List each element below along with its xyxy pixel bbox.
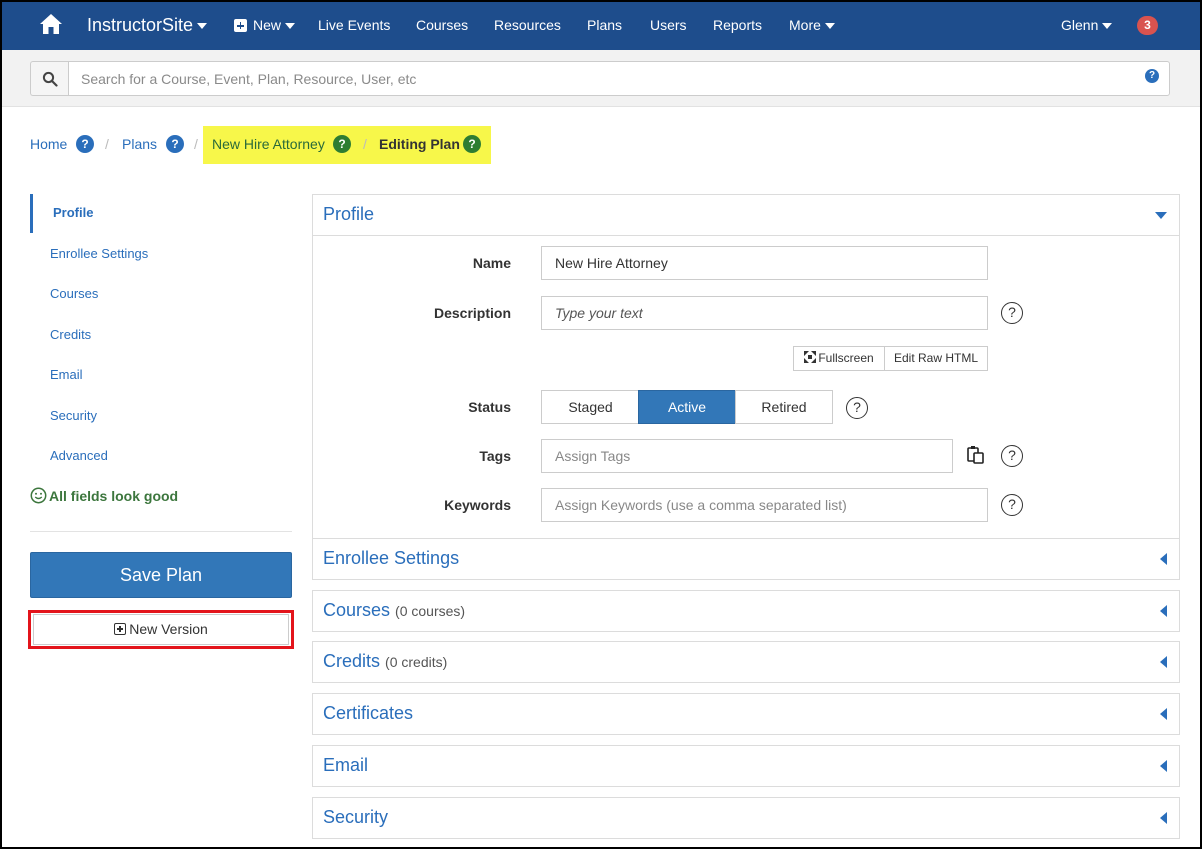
- caret-down-icon: [197, 23, 208, 30]
- status-label: Status: [468, 399, 511, 415]
- validation-status: All fields look good: [30, 487, 178, 504]
- help-icon[interactable]: ?: [333, 135, 351, 153]
- search-button[interactable]: [30, 61, 69, 96]
- panel-enrollee-settings[interactable]: Enrollee Settings: [312, 538, 1180, 580]
- sidebar-active-indicator: [30, 194, 33, 233]
- fullscreen-label: Fullscreen: [818, 351, 874, 365]
- search-bar: [0, 50, 1202, 107]
- sidebar-divider: [30, 531, 292, 532]
- notification-badge[interactable]: 3: [1137, 16, 1158, 35]
- chevron-left-icon: [1160, 656, 1167, 668]
- search-input[interactable]: [68, 61, 1170, 96]
- sidebar-item-security[interactable]: Security: [50, 408, 97, 423]
- name-field[interactable]: [541, 246, 988, 280]
- panel-certificates[interactable]: Certificates: [312, 693, 1180, 735]
- breadcrumb-plan-name[interactable]: New Hire Attorney: [212, 136, 325, 152]
- chevron-left-icon: [1160, 760, 1167, 772]
- sidebar-item-advanced[interactable]: Advanced: [50, 448, 108, 463]
- nav-live-events[interactable]: Live Events: [318, 0, 390, 50]
- nav-users[interactable]: Users: [650, 0, 687, 50]
- panel-security[interactable]: Security: [312, 797, 1180, 839]
- help-icon[interactable]: ?: [1001, 302, 1023, 324]
- chevron-left-icon: [1160, 605, 1167, 617]
- sidebar-item-courses[interactable]: Courses: [50, 286, 98, 301]
- chevron-left-icon: [1160, 708, 1167, 720]
- help-icon[interactable]: ?: [76, 135, 94, 153]
- save-plan-button[interactable]: Save Plan: [30, 552, 292, 598]
- chevron-down-icon: [1155, 212, 1167, 219]
- panel-profile[interactable]: Profile: [312, 194, 1180, 236]
- sidebar-item-credits[interactable]: Credits: [50, 327, 91, 342]
- user-menu[interactable]: Glenn: [1061, 0, 1113, 50]
- chevron-left-icon: [1160, 812, 1167, 824]
- plus-square-icon: [234, 19, 247, 32]
- user-name: Glenn: [1061, 17, 1099, 33]
- panel-email[interactable]: Email: [312, 745, 1180, 787]
- nav-resources[interactable]: Resources: [494, 0, 561, 50]
- breadcrumb-separator: /: [194, 136, 198, 152]
- panel-title: Profile: [323, 204, 375, 224]
- smile-icon: [30, 487, 47, 504]
- expand-icon: [804, 351, 817, 363]
- panel-title: Certificates: [323, 703, 414, 723]
- panel-title: Enrollee Settings: [323, 548, 460, 568]
- top-navbar: InstructorSite New Live Events Courses R…: [0, 0, 1202, 50]
- help-icon[interactable]: ?: [166, 135, 184, 153]
- more-menu-label: More: [789, 17, 821, 33]
- panel-title: Courses (0 courses): [323, 600, 466, 620]
- panel-credits[interactable]: Credits (0 credits): [312, 641, 1180, 683]
- clipboard-icon[interactable]: [966, 445, 986, 465]
- search-help-icon[interactable]: ?: [1145, 69, 1159, 83]
- description-label: Description: [433, 305, 511, 321]
- caret-down-icon: [824, 23, 835, 30]
- caret-down-icon: [285, 23, 296, 30]
- panel-title: Security: [323, 807, 389, 827]
- annotation-highlight-box: [28, 610, 294, 649]
- name-label: Name: [472, 255, 511, 271]
- chevron-left-icon: [1160, 553, 1167, 565]
- description-field[interactable]: [541, 296, 988, 330]
- help-icon[interactable]: ?: [846, 397, 868, 419]
- validation-status-text: All fields look good: [49, 488, 179, 504]
- tags-field[interactable]: [541, 439, 953, 473]
- breadcrumb-separator: /: [363, 136, 367, 152]
- brand-label: InstructorSite: [87, 15, 194, 35]
- keywords-field[interactable]: [541, 488, 988, 522]
- more-menu[interactable]: More: [789, 0, 835, 50]
- sidebar-item-profile[interactable]: Profile: [53, 205, 93, 220]
- nav-plans[interactable]: Plans: [587, 0, 622, 50]
- breadcrumb-home[interactable]: Home: [30, 136, 67, 152]
- sidebar-item-enrollee-settings[interactable]: Enrollee Settings: [50, 246, 148, 261]
- keywords-label: Keywords: [444, 497, 511, 513]
- panel-courses[interactable]: Courses (0 courses): [312, 590, 1180, 632]
- sidebar-item-email[interactable]: Email: [50, 367, 83, 382]
- panel-title: Email: [323, 755, 369, 775]
- breadcrumb-plans[interactable]: Plans: [122, 136, 157, 152]
- tags-label: Tags: [479, 448, 511, 464]
- caret-down-icon: [1102, 23, 1113, 30]
- brand-menu[interactable]: InstructorSite: [87, 0, 208, 50]
- status-option-active[interactable]: Active: [638, 390, 736, 424]
- new-menu-label: New: [253, 17, 282, 33]
- search-icon: [42, 71, 58, 87]
- edit-raw-html-button[interactable]: Edit Raw HTML: [884, 346, 988, 371]
- home-icon[interactable]: [38, 12, 64, 36]
- breadcrumb-separator: /: [105, 136, 109, 152]
- panel-title: Credits (0 credits): [323, 651, 448, 671]
- help-icon[interactable]: ?: [1001, 494, 1023, 516]
- fullscreen-button[interactable]: Fullscreen: [793, 346, 885, 371]
- help-icon[interactable]: ?: [463, 135, 481, 153]
- nav-courses[interactable]: Courses: [416, 0, 468, 50]
- breadcrumb-current: Editing Plan: [379, 136, 460, 152]
- new-menu[interactable]: New: [234, 0, 296, 50]
- status-option-staged[interactable]: Staged: [541, 390, 640, 424]
- nav-reports[interactable]: Reports: [713, 0, 762, 50]
- status-option-retired[interactable]: Retired: [735, 390, 833, 424]
- help-icon[interactable]: ?: [1001, 445, 1023, 467]
